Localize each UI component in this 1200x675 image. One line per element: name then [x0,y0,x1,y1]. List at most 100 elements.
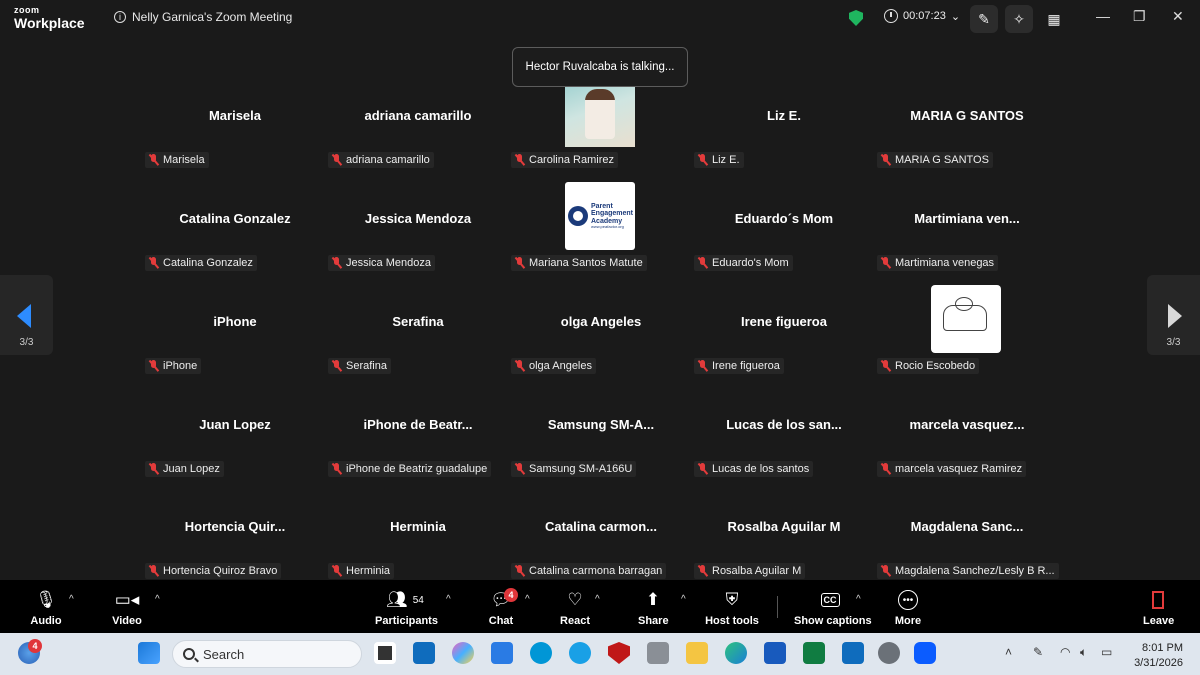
battery-icon[interactable]: ▭ [1101,645,1112,659]
muted-mic-icon [880,257,891,269]
share-options-caret[interactable]: ^ [681,594,686,605]
react-button[interactable]: ♡ React [560,588,590,627]
clock-icon [884,9,898,23]
participants-options-caret[interactable]: ^ [446,594,451,605]
participant-display-name: MARIA G SANTOS [910,108,1024,123]
annotate-pen-icon[interactable]: ✎ [970,5,998,33]
participant-tile[interactable]: iPhone iPhone [144,295,326,395]
participant-name-label: Irene figueroa [694,358,784,374]
muted-mic-icon [880,565,891,577]
participant-name-label: Juan Lopez [145,461,224,477]
participant-tile[interactable]: adriana camarillo adriana camarillo [327,89,509,189]
participant-tile[interactable]: olga Angeles olga Angeles [510,295,692,395]
participant-tile[interactable]: iPhone de Beatr... iPhone de Beatriz guad… [327,398,509,498]
audio-options-caret[interactable]: ^ [69,594,74,605]
excel-icon[interactable] [803,642,825,664]
participant-tile[interactable]: Jessica Mendoza Jessica Mendoza [327,192,509,292]
participant-name-label: Catalina Gonzalez [145,255,257,271]
participant-display-name: Marisela [208,108,262,123]
logo-text-line: Parent [591,202,613,210]
page-indicator-left: 3/3 [19,337,34,348]
participant-tile[interactable]: Juan Lopez Juan Lopez [144,398,326,498]
microphone-icon: 🎙︎ [35,590,57,609]
previous-page-button[interactable]: 3/3 [0,275,53,355]
video-button[interactable]: ▭◂ Video [112,588,142,627]
leave-door-icon [1143,588,1173,612]
word-icon[interactable] [764,642,786,664]
participant-tile[interactable]: Irene figueroa Irene figueroa [693,295,875,395]
participant-tile[interactable]: Eduardo´s Mom Eduardo's Mom [693,192,875,292]
zoom-app-icon[interactable] [914,642,936,664]
audio-label: Audio [30,615,62,627]
taskbar-search-box[interactable]: Search [172,640,362,668]
view-grid-icon[interactable]: ▦ [1040,5,1068,33]
hp-icon[interactable] [530,642,552,664]
host-tools-button[interactable]: ⛨ Host tools [705,588,759,627]
info-icon[interactable]: i [114,11,126,23]
audio-button[interactable]: 🎙︎ Audio [30,588,62,627]
participants-button[interactable]: 👥︎ 54 Participants [375,588,438,627]
host-tools-label: Host tools [705,615,759,627]
chevron-up-icon[interactable]: ˄ [1005,645,1012,659]
react-options-caret[interactable]: ^ [595,594,600,605]
participant-tile[interactable]: Liz E. Liz E. [693,89,875,189]
printer-icon[interactable] [647,642,669,664]
settings-gear-icon[interactable] [878,642,900,664]
outlook-alt-icon[interactable] [842,642,864,664]
participant-tile[interactable]: Lucas de los san... Lucas de los santos [693,398,875,498]
participants-count: 54 [412,594,424,606]
captions-options-caret[interactable]: ^ [856,594,861,605]
taskbar-clock[interactable]: 8:01 PM 3/31/2026 [1125,641,1183,672]
clock-time: 8:01 PM [1142,642,1183,654]
leave-button[interactable]: Leave [1143,588,1175,627]
participant-name-text: iPhone [163,360,198,372]
participant-name-label: Catalina carmona barragan [511,563,667,579]
outlook-icon[interactable] [413,642,435,664]
pen-tray-icon[interactable]: ✎ [1033,645,1043,659]
meeting-info[interactable]: i Nelly Garnica's Zoom Meeting [114,10,292,24]
participant-name-text: Magdalena Sanchez/Lesly B R... [895,565,1055,577]
react-label: React [560,615,590,627]
video-options-caret[interactable]: ^ [155,594,160,605]
chat-options-caret[interactable]: ^ [525,594,530,605]
copilot-icon[interactable] [452,642,474,664]
muted-mic-icon [331,565,342,577]
participant-display-name: Martimiana ven... [914,211,1020,226]
participant-tile[interactable]: Parent Engagement Academy www.peafactor.org… [510,182,692,292]
participant-tile[interactable]: Samsung SM-A... Samsung SM-A166U [510,398,692,498]
shield-icon[interactable] [849,10,863,26]
wifi-icon[interactable]: ◠ [1060,645,1070,659]
mcafee-icon[interactable] [608,642,630,664]
volume-icon[interactable]: 🔈︎ [1080,645,1087,660]
participant-tile[interactable]: marcela vasquez... marcela vasquez Ramire… [876,398,1058,498]
participant-tile[interactable]: Marisela Marisela [144,89,326,189]
share-screen-icon: ⬆︎ [645,590,661,609]
task-view-icon[interactable] [374,642,396,664]
hp-support-icon[interactable] [569,642,591,664]
participant-tile[interactable]: Martimiana ven... Martimiana venegas [876,192,1058,292]
participant-tile[interactable]: Catalina Gonzalez Catalina Gonzalez [144,192,326,292]
restore-icon[interactable]: ❐ [1133,8,1146,25]
ai-sparkle-icon[interactable]: ✧ [1005,5,1033,33]
more-button[interactable]: ••• More [894,588,922,627]
share-button[interactable]: ⬆︎ Share [638,588,669,627]
minimize-icon[interactable]: — [1096,8,1110,24]
edge-icon[interactable] [725,642,747,664]
participant-display-name: marcela vasquez... [909,417,1025,432]
start-windows-icon[interactable] [138,642,160,664]
meeting-timer[interactable]: 00:07:23 ⌄ [884,9,960,23]
participant-tile[interactable]: Carolina Ramirez [510,79,692,189]
participant-tile[interactable]: MARIA G SANTOS MARIA G SANTOS [876,89,1058,189]
microsoft-store-icon[interactable] [491,642,513,664]
next-page-button[interactable]: 3/3 [1147,275,1200,355]
leave-label: Leave [1143,615,1175,627]
participant-tile[interactable]: Serafina Serafina [327,295,509,395]
file-explorer-icon[interactable] [686,642,708,664]
close-icon[interactable]: ✕ [1172,8,1184,25]
participant-tile[interactable]: Rocio Escobedo [876,285,1058,395]
meeting-toolbar: 🎙︎ Audio ^ ▭◂ Video ^ 👥︎ 54 Participants … [0,580,1200,633]
participant-name-text: marcela vasquez Ramirez [895,463,1023,475]
brand-line2: Workplace [14,15,85,31]
zoom-logo: zoom Workplace [14,6,85,31]
participant-name-text: Jessica Mendoza [346,257,431,269]
